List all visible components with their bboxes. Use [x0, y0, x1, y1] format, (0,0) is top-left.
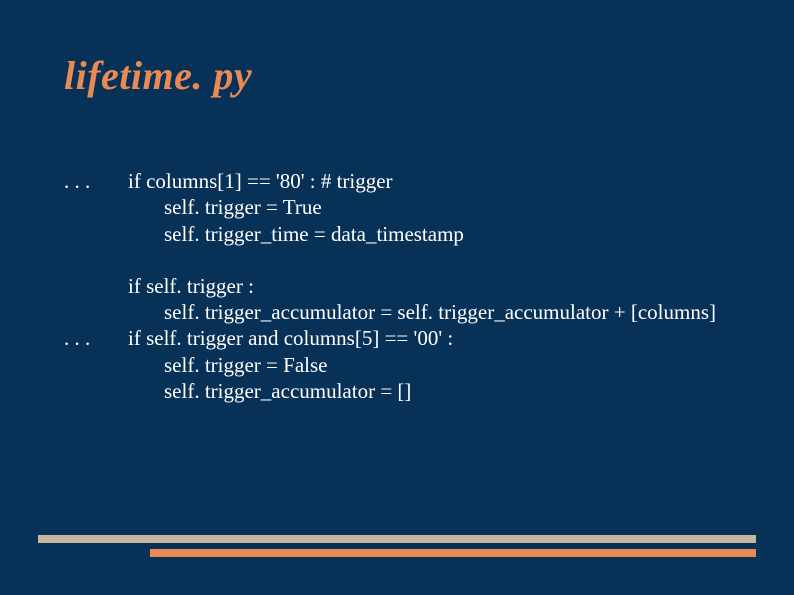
code-line: if self. trigger :: [128, 273, 744, 299]
code-line: self. trigger_time = data_timestamp: [128, 221, 744, 247]
ellipsis-mid: . . .: [64, 325, 128, 351]
footer-bar-light: [38, 535, 756, 543]
ellipsis-top: . . .: [64, 168, 128, 194]
code-line: self. trigger = True: [128, 194, 744, 220]
code-line: self. trigger = False: [128, 352, 744, 378]
footer-bar-orange: [150, 549, 756, 557]
code-lines-1: if columns[1] == '80' : # trigger self. …: [128, 168, 744, 325]
code-line: if self. trigger and columns[5] == '00' …: [128, 325, 744, 351]
code-block: . . . if columns[1] == '80' : # trigger …: [64, 168, 744, 404]
slide-title: lifetime. py: [64, 52, 252, 99]
code-line: if columns[1] == '80' : # trigger: [128, 168, 744, 194]
slide: lifetime. py . . . if columns[1] == '80'…: [0, 0, 794, 595]
code-lines-2: if self. trigger and columns[5] == '00' …: [128, 325, 744, 404]
code-row: . . . if columns[1] == '80' : # trigger …: [64, 168, 744, 325]
code-line: self. trigger_accumulator = self. trigge…: [128, 299, 744, 325]
blank-line: [128, 247, 744, 273]
code-row: . . . if self. trigger and columns[5] ==…: [64, 325, 744, 404]
code-line: self. trigger_accumulator = []: [128, 378, 744, 404]
